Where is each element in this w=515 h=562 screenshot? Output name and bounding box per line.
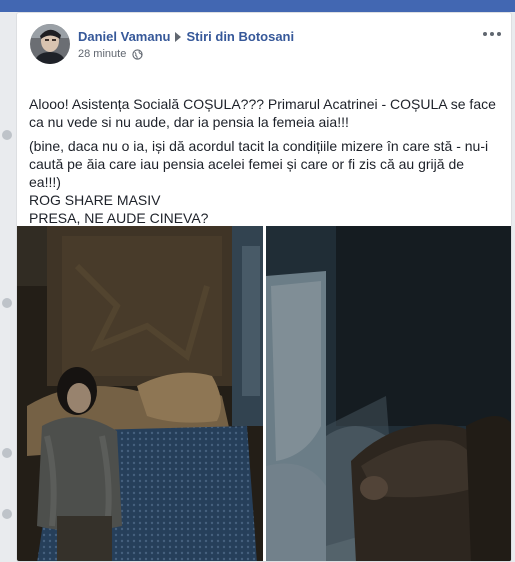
left-avatar-fragment — [2, 509, 12, 519]
post-text-line: (bine, daca nu o ia, iși dă acordul taci… — [29, 138, 489, 190]
post-timestamp[interactable]: 28 minute — [78, 48, 126, 60]
left-avatar-fragment — [2, 448, 12, 458]
left-avatar-fragment — [2, 298, 12, 308]
photo-elderly-woman-on-bed — [17, 226, 263, 561]
post-text-line: PRESA, NE AUDE CINEVA? — [29, 210, 209, 226]
post-body: Alooo! Asistența Socială COȘULA??? Prima… — [29, 95, 499, 233]
photo-person-lying-in-dark-room — [266, 226, 511, 561]
left-avatar-fragment — [2, 130, 12, 140]
triangle-right-icon — [175, 31, 182, 42]
top-navigation-bar — [0, 0, 515, 12]
post-photo-1[interactable] — [17, 226, 263, 561]
post-header: Daniel Vamanu Stiri din Botosani — [78, 28, 294, 44]
author-name-link[interactable]: Daniel Vamanu — [78, 29, 170, 44]
post-text-line: ROG SHARE MASIV — [29, 192, 161, 208]
author-avatar[interactable] — [30, 24, 70, 64]
group-name-link[interactable]: Stiri din Botosani — [186, 29, 294, 44]
avatar-image — [30, 24, 70, 64]
post-meta: 28 minute — [78, 48, 144, 60]
post-paragraph-2: (bine, daca nu o ia, iși dă acordul taci… — [29, 137, 499, 227]
more-options-icon[interactable] — [483, 29, 501, 39]
post-photo-2[interactable] — [266, 226, 511, 561]
feed-post: Daniel Vamanu Stiri din Botosani 28 minut… — [16, 12, 512, 562]
globe-icon[interactable] — [132, 48, 144, 60]
left-column-fragment — [0, 12, 16, 562]
post-paragraph-1: Alooo! Asistența Socială COȘULA??? Prima… — [29, 96, 496, 130]
nav-home-fragment[interactable] — [352, 0, 355, 12]
